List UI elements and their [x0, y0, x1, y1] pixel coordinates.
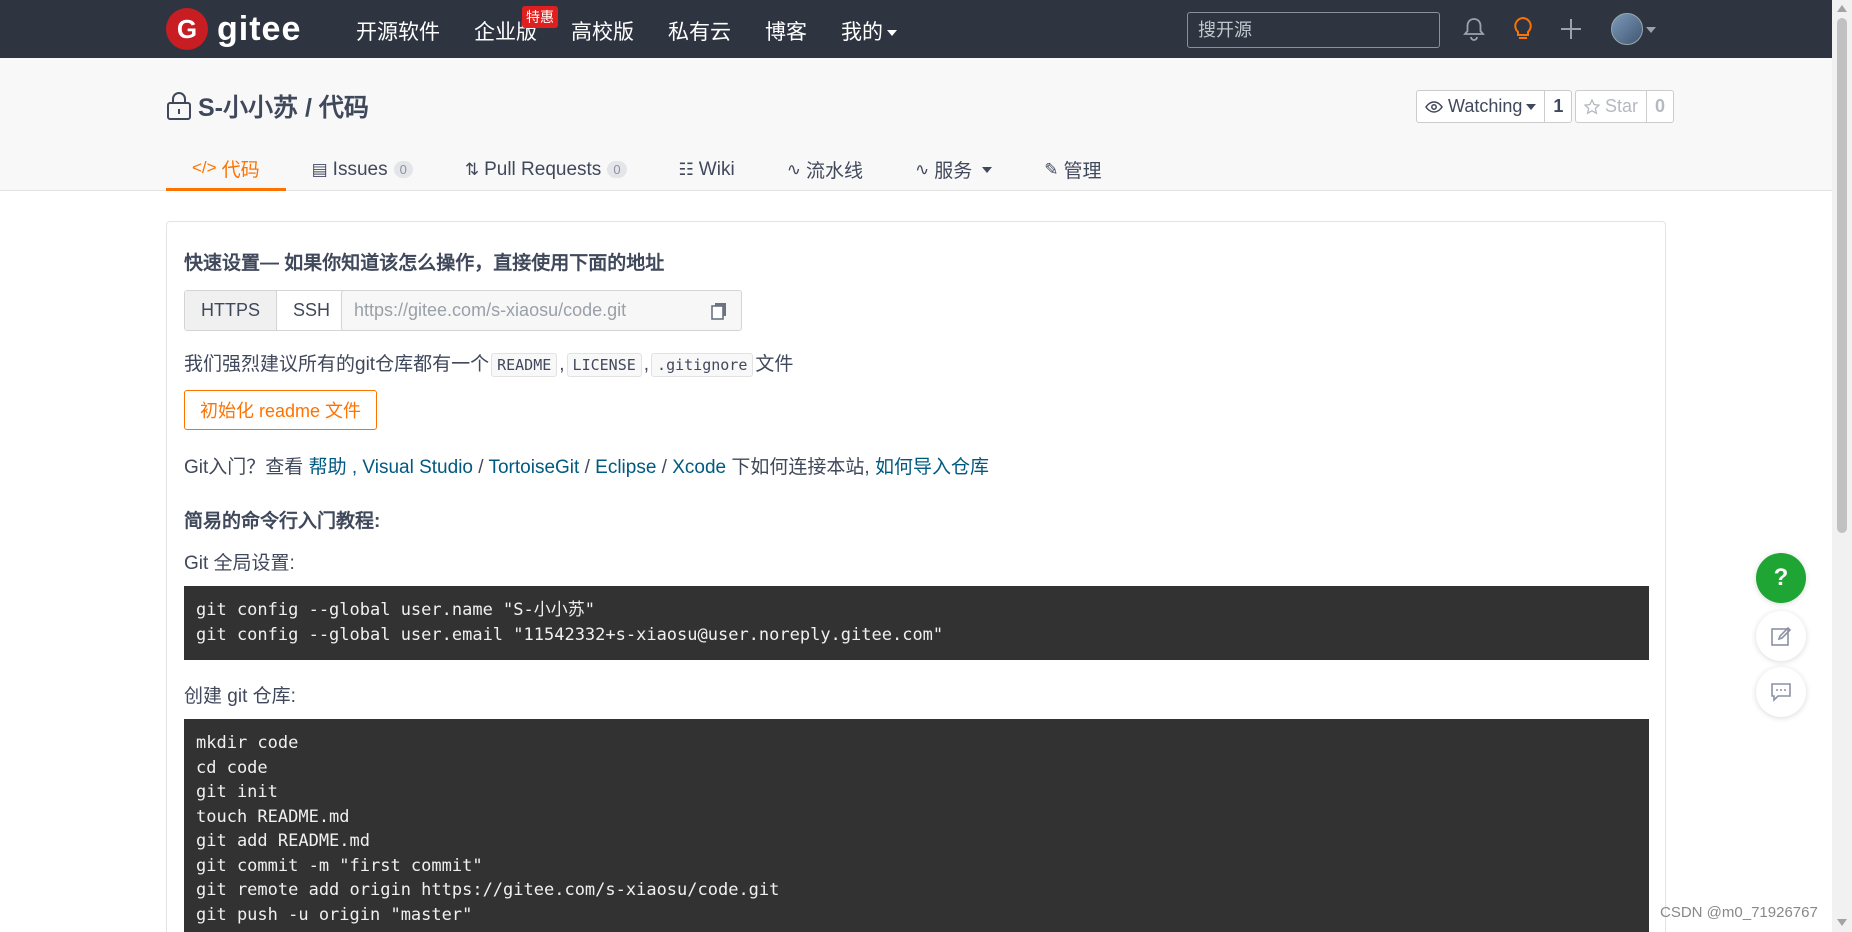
- chat-icon: [1771, 683, 1791, 702]
- pipeline-icon: ∿: [786, 159, 801, 179]
- watch-button[interactable]: Watching: [1417, 91, 1546, 122]
- star-count[interactable]: 0: [1647, 91, 1673, 122]
- tab-services[interactable]: ∿ 服务: [889, 148, 1018, 191]
- nav-blog[interactable]: 博客: [765, 16, 807, 46]
- nav-mine-dropdown[interactable]: 我的: [841, 16, 897, 46]
- star-button[interactable]: Star: [1576, 91, 1648, 122]
- code-icon: </>: [192, 158, 217, 177]
- eclipse-link[interactable]: Eclipse: [595, 457, 656, 478]
- gitee-logo[interactable]: G gitee: [166, 8, 301, 50]
- promo-badge: 特惠: [522, 6, 558, 28]
- https-button[interactable]: HTTPS: [185, 291, 278, 330]
- nav-private-cloud[interactable]: 私有云: [668, 16, 731, 46]
- tortoisegit-link[interactable]: TortoiseGit: [488, 457, 579, 478]
- code-line: git init: [196, 782, 278, 802]
- global-settings-code: git config --global user.name "S-小小苏" gi…: [184, 586, 1649, 660]
- chevron-down-icon: [982, 166, 993, 173]
- search-input[interactable]: [1187, 12, 1440, 48]
- tab-issues[interactable]: ▤ Issues 0: [286, 148, 439, 191]
- create-repo-label: 创建 git 仓库:: [184, 686, 296, 707]
- nav-enterprise[interactable]: 企业版 特惠: [474, 6, 558, 46]
- clone-url: https://gitee.com/s-xiaosu/code.git: [354, 300, 627, 320]
- code-line: touch README.md: [196, 806, 350, 827]
- help-link[interactable]: 帮助: [309, 457, 347, 478]
- watch-count[interactable]: 1: [1545, 91, 1571, 122]
- user-avatar[interactable]: [1611, 13, 1643, 45]
- help-float-button[interactable]: ?: [1756, 553, 1806, 603]
- nav-education[interactable]: 高校版: [571, 16, 634, 46]
- code-line: git add README.md: [196, 831, 370, 851]
- issues-icon: ▤: [311, 159, 328, 179]
- plus-icon[interactable]: [1558, 16, 1584, 42]
- code-line: cd code: [196, 757, 268, 778]
- chevron-down-icon: [887, 30, 897, 37]
- chevron-down-icon: [1526, 103, 1537, 110]
- code-line: git commit -m "first commit": [196, 855, 483, 876]
- tab-pipeline[interactable]: ∿ 流水线: [761, 148, 889, 191]
- protocol-switch: HTTPS SSH: [184, 290, 348, 331]
- gitignore-chip: .gitignore: [651, 353, 754, 377]
- service-icon: ∿: [914, 159, 930, 179]
- scrollbar-thumb[interactable]: [1837, 18, 1847, 533]
- watch-button-group: Watching 1: [1416, 90, 1573, 123]
- scroll-down-icon[interactable]: [1837, 919, 1847, 926]
- issues-count: 0: [393, 161, 413, 178]
- scroll-up-icon[interactable]: [1837, 5, 1847, 12]
- visual-studio-link[interactable]: Visual Studio: [362, 457, 473, 478]
- tab-wiki[interactable]: ☷ Wiki: [653, 148, 761, 191]
- pull-requests-count: 0: [607, 161, 627, 178]
- readme-chip: README: [491, 353, 558, 377]
- xcode-link[interactable]: Xcode: [672, 457, 726, 478]
- code-line: git push -u origin "master": [196, 904, 473, 925]
- create-repo-code: mkdir code cd code git init touch README…: [184, 719, 1649, 932]
- init-readme-button[interactable]: 初始化 readme 文件: [184, 390, 378, 430]
- avatar-chevron-down-icon[interactable]: [1646, 27, 1656, 33]
- code-line: git remote add origin https://gitee.com/…: [196, 880, 780, 900]
- lock-icon: [167, 92, 191, 120]
- repo-header: S-小小苏 / 代码 Watching 1 Star 0 </> 代码 ▤ Issu…: [0, 58, 1832, 191]
- tab-pull-requests[interactable]: ⇅ Pull Requests 0: [439, 148, 653, 191]
- manage-icon: ✎: [1044, 159, 1059, 179]
- top-navbar: G gitee 开源软件 企业版 特惠 高校版 私有云 博客 我的: [0, 0, 1832, 58]
- wiki-icon: ☷: [678, 159, 694, 179]
- watermark: CSDN @m0_71926767: [1660, 904, 1818, 921]
- recommend-text: 我们强烈建议所有的git仓库都有一个 README, LICENSE, .gitign…: [184, 353, 794, 377]
- code-line: git config --global user.name "S-小小苏": [196, 600, 595, 620]
- bell-icon[interactable]: [1461, 16, 1487, 42]
- code-line: mkdir code: [196, 733, 299, 753]
- quick-setup-panel: 快速设置— 如果你知道该怎么操作，直接使用下面的地址 HTTPS SSH htt…: [166, 221, 1666, 932]
- import-repo-link[interactable]: 如何导入仓库: [875, 457, 989, 478]
- global-settings-label: Git 全局设置:: [184, 553, 295, 574]
- star-button-group: Star 0: [1575, 90, 1675, 123]
- lightbulb-icon[interactable]: [1510, 16, 1536, 42]
- nav-open-source[interactable]: 开源软件: [356, 16, 440, 46]
- code-line: git config --global user.email "11542332…: [196, 624, 944, 645]
- chat-float-button[interactable]: [1756, 667, 1806, 717]
- edit-icon: [1771, 626, 1792, 646]
- feedback-float-button[interactable]: [1756, 611, 1806, 661]
- tab-manage[interactable]: ✎ 管理: [1018, 148, 1127, 191]
- logo-text: gitee: [217, 9, 302, 48]
- repo-name[interactable]: S-小小苏 / 代码: [198, 88, 369, 124]
- repo-title: S-小小苏 / 代码: [166, 88, 369, 124]
- license-chip: LICENSE: [566, 353, 642, 377]
- copy-icon[interactable]: [711, 302, 727, 320]
- help-text: Git入门？查看 帮助 , Visual Studio / TortoiseGi…: [184, 457, 989, 478]
- tutorial-heading: 简易的命令行入门教程:: [184, 511, 381, 532]
- page-scrollbar[interactable]: [1832, 0, 1852, 932]
- quick-setup-heading: 快速设置— 如果你知道该怎么操作，直接使用下面的地址: [184, 253, 665, 274]
- logo-badge: G: [166, 8, 208, 50]
- pull-request-icon: ⇅: [464, 159, 480, 179]
- repo-tabs: </> 代码 ▤ Issues 0 ⇅ Pull Requests 0 ☷ Wiki ∿ 流水…: [166, 148, 1127, 191]
- ssh-button[interactable]: SSH: [277, 291, 346, 330]
- eye-icon: [1425, 100, 1443, 113]
- tab-code[interactable]: </> 代码: [166, 148, 286, 191]
- star-icon: [1584, 98, 1600, 114]
- clone-url-field[interactable]: https://gitee.com/s-xiaosu/code.git: [341, 290, 742, 331]
- main-nav: 开源软件 企业版 特惠 高校版 私有云 博客 我的: [356, 6, 931, 46]
